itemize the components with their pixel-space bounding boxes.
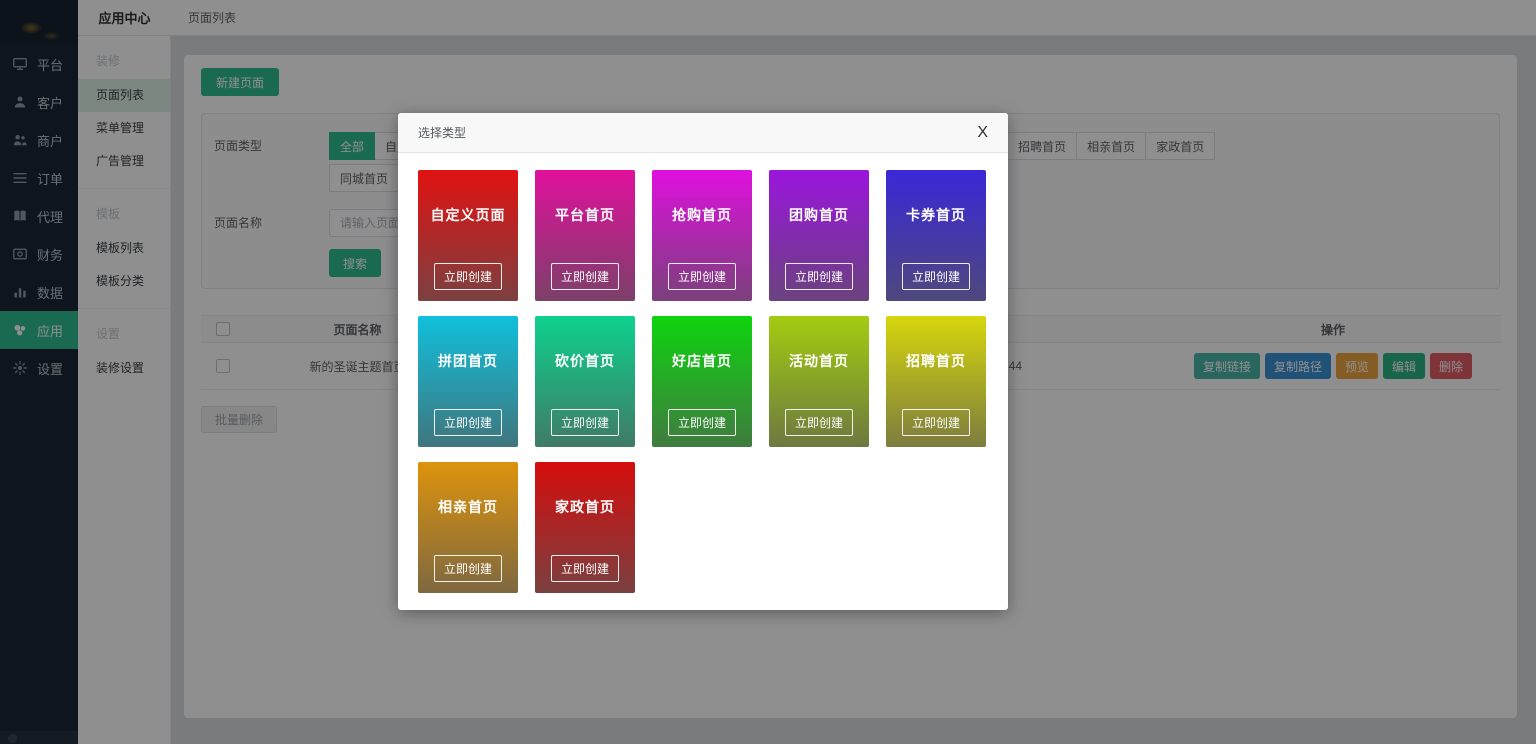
create-now-button[interactable]: 立即创建 [668, 263, 736, 290]
close-icon[interactable]: X [977, 125, 988, 141]
create-now-button[interactable]: 立即创建 [434, 409, 502, 436]
select-type-modal: 选择类型 X 自定义页面立即创建平台首页立即创建抢购首页立即创建团购首页立即创建… [398, 113, 1008, 610]
type-card-job-home[interactable]: 招聘首页立即创建 [886, 316, 986, 447]
modal-title: 选择类型 [418, 124, 466, 141]
type-card-title: 好店首页 [652, 351, 752, 371]
create-now-button[interactable]: 立即创建 [551, 409, 619, 436]
type-card-title: 家政首页 [535, 497, 635, 517]
type-card-title: 抢购首页 [652, 205, 752, 225]
type-card-platform-home[interactable]: 平台首页立即创建 [535, 170, 635, 301]
type-card-activity-home[interactable]: 活动首页立即创建 [769, 316, 869, 447]
create-now-button[interactable]: 立即创建 [785, 409, 853, 436]
type-card-title: 团购首页 [769, 205, 869, 225]
type-card-pintuan-home[interactable]: 拼团首页立即创建 [418, 316, 518, 447]
type-card-title: 砍价首页 [535, 351, 635, 371]
create-now-button[interactable]: 立即创建 [785, 263, 853, 290]
type-card-groupbuy-home[interactable]: 团购首页立即创建 [769, 170, 869, 301]
type-card-dating-home[interactable]: 相亲首页立即创建 [418, 462, 518, 593]
create-now-button[interactable]: 立即创建 [668, 409, 736, 436]
type-card-title: 拼团首页 [418, 351, 518, 371]
type-card-housekeeping-home[interactable]: 家政首页立即创建 [535, 462, 635, 593]
type-card-custom-page[interactable]: 自定义页面立即创建 [418, 170, 518, 301]
page-type-card-grid: 自定义页面立即创建平台首页立即创建抢购首页立即创建团购首页立即创建卡券首页立即创… [398, 153, 1008, 610]
type-card-title: 自定义页面 [418, 205, 518, 225]
create-now-button[interactable]: 立即创建 [434, 555, 502, 582]
modal-header: 选择类型 X [398, 113, 1008, 153]
create-now-button[interactable]: 立即创建 [551, 263, 619, 290]
type-card-title: 平台首页 [535, 205, 635, 225]
type-card-coupon-home[interactable]: 卡券首页立即创建 [886, 170, 986, 301]
create-now-button[interactable]: 立即创建 [902, 409, 970, 436]
type-card-title: 相亲首页 [418, 497, 518, 517]
type-card-title: 活动首页 [769, 351, 869, 371]
create-now-button[interactable]: 立即创建 [551, 555, 619, 582]
create-now-button[interactable]: 立即创建 [434, 263, 502, 290]
admin-app: 平台客户商户订单代理财务数据应用设置 应用中心 页面列表 装修页面列表菜单管理广… [0, 0, 1536, 744]
type-card-title: 卡券首页 [886, 205, 986, 225]
type-card-shop-home[interactable]: 好店首页立即创建 [652, 316, 752, 447]
type-card-bargain-home[interactable]: 砍价首页立即创建 [535, 316, 635, 447]
type-card-flash-home[interactable]: 抢购首页立即创建 [652, 170, 752, 301]
create-now-button[interactable]: 立即创建 [902, 263, 970, 290]
type-card-title: 招聘首页 [886, 351, 986, 371]
